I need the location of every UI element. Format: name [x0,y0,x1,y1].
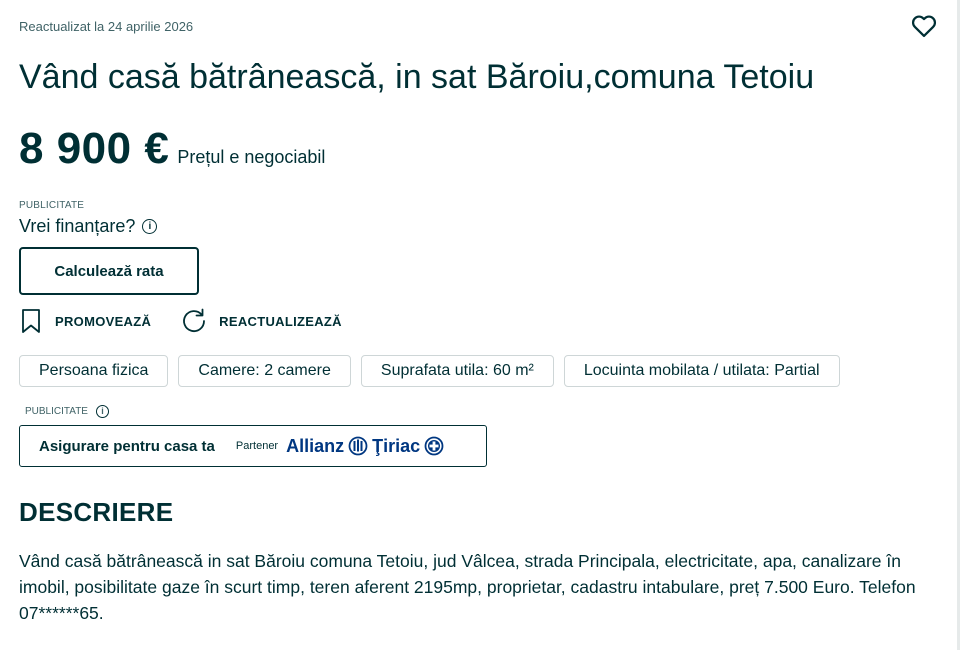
info-icon[interactable]: i [95,405,109,418]
insurance-label: Asigurare pentru casa ta [39,437,215,455]
brand-tiriac: Ţiriac [372,435,421,456]
refresh-button[interactable]: REACTUALIZEAZĂ [181,308,342,334]
ad-label: PUBLICITATE [19,200,85,211]
allianz-tiriac-logo: Allianz Ţiriac [286,436,448,457]
refresh-icon [183,308,206,332]
description-heading: DESCRIERE [19,497,174,527]
promote-label: PROMOVEAZĂ [55,313,152,329]
financing-question-text: Vrei finanțare? [19,216,136,236]
insurance-ad-label: PUBLICITATE i [25,405,109,418]
tag-seller-type: Persoana fizica [19,355,169,387]
description-text: Vând casă bătrânească in sat Băroiu comu… [19,551,916,623]
tiriac-cross-icon [424,436,444,456]
tag-furnished: Locuinta mobilata / utilata: Partial [563,355,840,387]
bookmark-icon [22,309,40,333]
price: 8 900 € [19,124,170,173]
heart-icon[interactable] [910,12,938,40]
ad-label-text: PUBLICITATE [25,406,88,417]
brand-allianz: Allianz [286,435,345,456]
listing-title: Vând casă bătrânească, in sat Băroiu,com… [19,58,815,96]
tag-area: Suprafata utila: 60 m² [360,355,554,387]
info-icon[interactable]: i [142,219,158,234]
promote-button[interactable]: PROMOVEAZĂ [19,308,151,334]
partner-label: Partener [235,440,279,452]
updated-date: Reactualizat la 24 aprilie 2026 [19,19,194,34]
tag-rooms: Camere: 2 camere [178,355,351,387]
price-row: 8 900 € Prețul e negociabil [19,124,325,174]
insurance-banner[interactable]: Asigurare pentru casa ta Partener Allian… [19,425,487,467]
price-negotiable-note: Prețul e negociabil [177,147,326,167]
financing-question: Vrei finanțare? i [19,216,158,237]
listing-actions: PROMOVEAZĂ REACTUALIZEAZĂ [19,308,372,334]
allianz-eagle-icon [348,436,368,456]
attribute-tags: Persoana fizica Camere: 2 camere Suprafa… [19,355,850,387]
refresh-label: REACTUALIZEAZĂ [219,313,342,329]
calculate-rate-button[interactable]: Calculează rata [19,247,199,295]
